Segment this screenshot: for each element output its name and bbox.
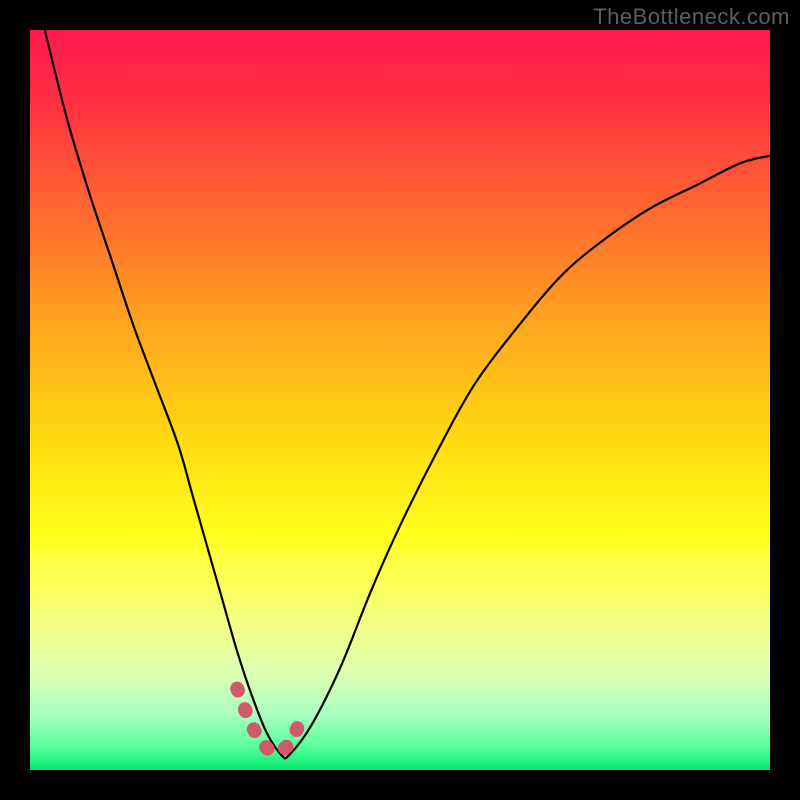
chart-frame: TheBottleneck.com: [0, 0, 800, 800]
plot-area: [30, 30, 770, 770]
bottleneck-chart: [30, 30, 770, 770]
gradient-bottom-band: [30, 548, 770, 770]
watermark-text: TheBottleneck.com: [593, 4, 790, 30]
